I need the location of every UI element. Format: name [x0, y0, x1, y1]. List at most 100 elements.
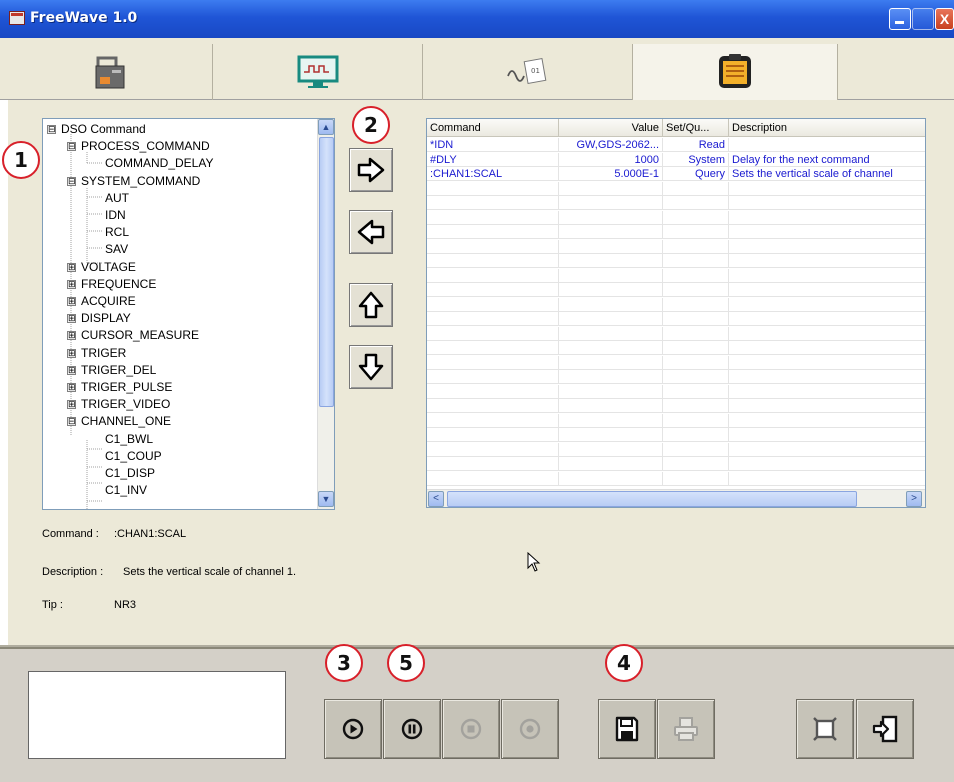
- tree-node[interactable]: TRIGER_DEL: [81, 362, 156, 379]
- tree-node[interactable]: C1_COUP: [105, 448, 162, 465]
- record-button[interactable]: [501, 699, 559, 759]
- tree-node[interactable]: C1_BWL: [105, 431, 153, 448]
- command-tree[interactable]: ⊟ DSO Command ⊟ PROCESS_COMMAND COMMAND_DELA…: [42, 118, 335, 510]
- tree-expander[interactable]: ⊞: [67, 279, 76, 289]
- tree-node[interactable]: CHANNEL_ONE: [81, 413, 171, 430]
- minimize-button[interactable]: [889, 8, 911, 30]
- exit-button[interactable]: [856, 699, 914, 759]
- table-row[interactable]: [427, 413, 925, 428]
- tree-node[interactable]: DISPLAY: [81, 310, 131, 327]
- column-header-set-query[interactable]: Set/Qu...: [663, 119, 729, 137]
- tree-node[interactable]: FREQUENCE: [81, 276, 156, 293]
- table-cell: GW,GDS-2062...: [559, 138, 663, 152]
- tree-node[interactable]: C1_INV: [105, 482, 147, 499]
- table-row[interactable]: [427, 210, 925, 225]
- tree-node[interactable]: AUT: [105, 190, 129, 207]
- tree-expander[interactable]: ⊞: [67, 348, 76, 358]
- tree-node[interactable]: TRIGER_VIDEO: [81, 396, 170, 413]
- tree-node[interactable]: VOLTAGE: [81, 259, 136, 276]
- column-header-description[interactable]: Description: [729, 119, 925, 137]
- table-row[interactable]: [427, 457, 925, 471]
- tree-node[interactable]: CURSOR_MEASURE: [81, 327, 199, 344]
- table-row[interactable]: #DLY 1000 System Delay for the next command: [427, 152, 925, 167]
- tree-node[interactable]: PROCESS_COMMAND: [81, 138, 210, 155]
- tree-expander[interactable]: ⊞: [67, 365, 76, 375]
- table-row[interactable]: [427, 326, 925, 341]
- print-icon: [674, 717, 698, 741]
- save-button[interactable]: [598, 699, 656, 759]
- title-bar: FreeWave 1.0 X: [0, 0, 954, 38]
- table-horizontal-scrollbar[interactable]: < >: [427, 489, 925, 507]
- table-row[interactable]: [427, 355, 925, 370]
- table-row[interactable]: [427, 428, 925, 442]
- remove-command-button[interactable]: [349, 210, 393, 254]
- table-row[interactable]: [427, 268, 925, 283]
- stop-icon: [460, 718, 482, 740]
- move-up-button[interactable]: [349, 283, 393, 327]
- tree-node[interactable]: TRIGER_PULSE: [81, 379, 172, 396]
- tree-expander[interactable]: ⊟: [47, 125, 56, 134]
- tree-scroll-thumb[interactable]: [319, 137, 334, 407]
- tree-vertical-scrollbar[interactable]: ▲ ▼: [317, 119, 334, 509]
- maximize-button[interactable]: [912, 8, 934, 30]
- tree-node[interactable]: IDN: [105, 207, 126, 224]
- tree-node[interactable]: DSO Command: [61, 121, 146, 138]
- table-scroll-left-button[interactable]: <: [428, 491, 444, 507]
- command-table[interactable]: Command Value Set/Qu... Description *IDN…: [426, 118, 926, 508]
- table-row[interactable]: [427, 196, 925, 210]
- tree-node[interactable]: TRIGER: [81, 345, 126, 362]
- command-panel: ⊟ DSO Command ⊟ PROCESS_COMMAND COMMAND_DELA…: [8, 100, 954, 645]
- tree-expander[interactable]: ⊞: [67, 297, 76, 306]
- tree-expander[interactable]: ⊟: [67, 142, 76, 152]
- table-row[interactable]: *IDN GW,GDS-2062... Read: [427, 138, 925, 152]
- table-row[interactable]: [427, 312, 925, 326]
- tab-waveform-document[interactable]: 01: [423, 44, 633, 100]
- run-button[interactable]: [324, 699, 382, 759]
- tree-node[interactable]: COMMAND_DELAY: [105, 155, 213, 172]
- tree-node[interactable]: SAV: [105, 241, 128, 258]
- tree-scroll-up-button[interactable]: ▲: [318, 119, 334, 135]
- tree-expander[interactable]: ⊞: [67, 383, 76, 392]
- tree-node[interactable]: RCL: [105, 224, 129, 241]
- tree-expander[interactable]: ⊟: [67, 176, 76, 186]
- add-command-button[interactable]: [349, 148, 393, 192]
- table-row[interactable]: [427, 225, 925, 239]
- table-row[interactable]: [427, 370, 925, 384]
- tree-expander[interactable]: ⊞: [67, 314, 76, 324]
- table-cell: [663, 326, 729, 341]
- table-row[interactable]: [427, 181, 925, 196]
- table-row[interactable]: [427, 297, 925, 312]
- table-row[interactable]: [427, 471, 925, 486]
- table-row[interactable]: :CHAN1:SCAL 5.000E-1 Query Sets the vertica…: [427, 167, 925, 181]
- tab-command-list[interactable]: [633, 44, 838, 100]
- table-scroll-thumb[interactable]: [447, 491, 857, 507]
- print-button[interactable]: [657, 699, 715, 759]
- tree-node[interactable]: SYSTEM_COMMAND: [81, 173, 200, 190]
- stop-button[interactable]: [442, 699, 500, 759]
- table-row[interactable]: [427, 254, 925, 268]
- column-header-command[interactable]: Command: [427, 119, 559, 137]
- tab-waveform-monitor[interactable]: [213, 44, 423, 100]
- table-scroll-right-button[interactable]: >: [906, 491, 922, 507]
- table-row[interactable]: [427, 239, 925, 254]
- table-row[interactable]: [427, 442, 925, 457]
- tree-node[interactable]: ACQUIRE: [81, 293, 136, 310]
- tree-expander[interactable]: ⊞: [67, 331, 76, 341]
- table-row[interactable]: [427, 341, 925, 355]
- pause-button[interactable]: [383, 699, 441, 759]
- close-button[interactable]: X: [935, 8, 954, 30]
- window-title: FreeWave 1.0: [30, 10, 138, 26]
- table-row[interactable]: [427, 384, 925, 399]
- tree-scroll-down-button[interactable]: ▼: [318, 491, 334, 507]
- column-header-value[interactable]: Value: [559, 119, 663, 137]
- table-cell: [559, 471, 663, 486]
- tree-expander[interactable]: ⊞: [67, 262, 76, 272]
- tree-expander[interactable]: ⊟: [67, 417, 76, 427]
- tree-expander[interactable]: ⊞: [67, 400, 76, 410]
- tab-instrument-connect[interactable]: [8, 44, 213, 100]
- move-down-button[interactable]: [349, 345, 393, 389]
- table-row[interactable]: [427, 399, 925, 413]
- tree-node[interactable]: C1_DISP: [105, 465, 155, 482]
- fullscreen-button[interactable]: [796, 699, 854, 759]
- table-row[interactable]: [427, 283, 925, 297]
